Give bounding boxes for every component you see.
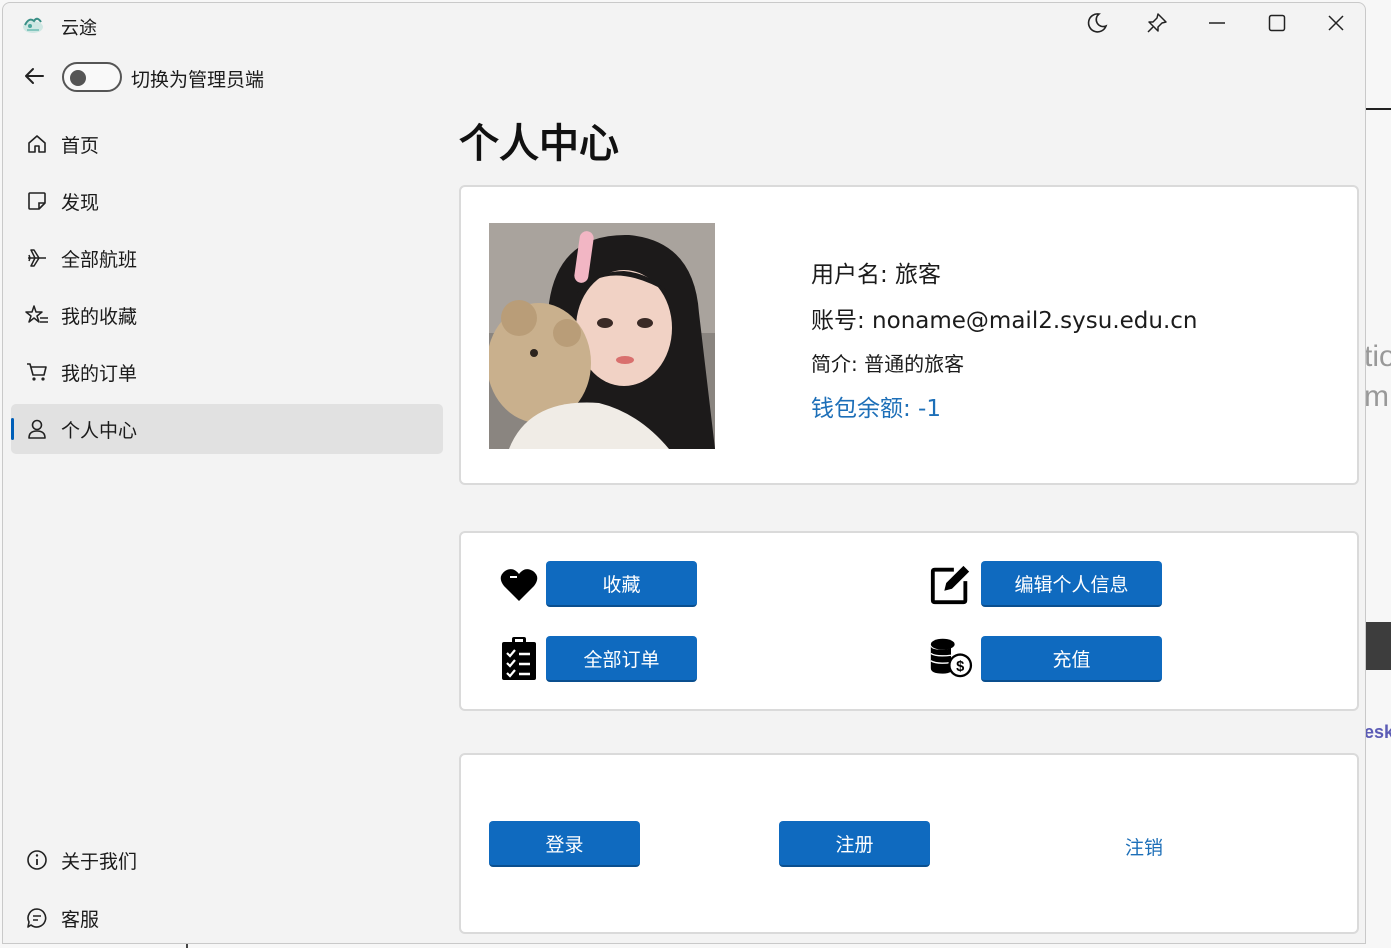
sidebar-item-about[interactable]: 关于我们 xyxy=(11,835,443,885)
airplane-icon xyxy=(25,246,49,270)
heart-icon xyxy=(497,563,541,607)
svg-text:$: $ xyxy=(956,659,964,675)
admin-mode-label: 切换为管理员端 xyxy=(131,69,265,91)
person-icon xyxy=(25,417,49,441)
sidebar-item-label: 首页 xyxy=(61,134,100,157)
background-dark-block xyxy=(1366,622,1391,670)
sidebar-item-label: 发现 xyxy=(61,191,100,214)
sidebar-item-label: 关于我们 xyxy=(61,850,138,873)
star-list-icon xyxy=(25,303,49,327)
login-button[interactable]: 登录 xyxy=(489,821,640,867)
sidebar-item-flights[interactable]: 全部航班 xyxy=(11,233,443,283)
active-indicator xyxy=(11,418,14,440)
close-icon xyxy=(1327,14,1345,36)
admin-mode-toggle[interactable] xyxy=(62,62,122,92)
sidebar-item-home[interactable]: 首页 xyxy=(11,119,443,169)
back-button[interactable] xyxy=(17,61,51,95)
sidebar-item-label: 全部航班 xyxy=(61,248,138,271)
background-link-fragment: esk xyxy=(1364,722,1391,742)
moon-icon xyxy=(1086,12,1108,38)
background-divider xyxy=(1366,108,1391,110)
theme-toggle-button[interactable] xyxy=(1077,9,1117,41)
sidebar-item-favorites[interactable]: 我的收藏 xyxy=(11,290,443,340)
app-logo-icon xyxy=(21,13,45,37)
maximize-icon xyxy=(1268,14,1286,36)
app-title: 云途 xyxy=(61,18,97,39)
sidebar-item-label: 我的收藏 xyxy=(61,305,138,328)
sidebar-item-orders[interactable]: 我的订单 xyxy=(11,347,443,397)
sidebar-item-label: 我的订单 xyxy=(61,362,138,385)
profile-account: 账号: noname@mail2.sysu.edu.cn xyxy=(811,308,1198,334)
sidebar-item-profile[interactable]: 个人中心 xyxy=(11,404,443,454)
avatar xyxy=(489,223,715,449)
actions-card: 收藏 编辑个人信息 全部订单 $ 充值 xyxy=(459,531,1359,711)
background-text-fragment: tio xyxy=(1364,340,1391,373)
sidebar-item-support[interactable]: 客服 xyxy=(11,893,443,943)
close-button[interactable] xyxy=(1316,9,1356,41)
all-orders-button[interactable]: 全部订单 xyxy=(546,636,697,682)
arrow-left-icon xyxy=(23,65,45,91)
profile-username: 用户名: 旅客 xyxy=(811,262,942,288)
chat-icon xyxy=(25,906,49,930)
edit-icon xyxy=(929,562,973,606)
title-bar: 云途 xyxy=(3,3,1365,47)
minimize-button[interactable] xyxy=(1197,9,1237,41)
edit-profile-button[interactable]: 编辑个人信息 xyxy=(981,561,1162,607)
sidebar-item-label: 个人中心 xyxy=(61,419,138,442)
register-button[interactable]: 注册 xyxy=(779,821,930,867)
clipboard-check-icon xyxy=(497,637,541,681)
page-title: 个人中心 xyxy=(459,121,619,167)
wallet-balance: 钱包余额: -1 xyxy=(811,396,941,422)
sidebar-item-discover[interactable]: 发现 xyxy=(11,176,443,226)
minimize-icon xyxy=(1208,14,1226,36)
auth-card: 登录 注册 注销 xyxy=(459,753,1359,934)
profile-bio: 简介: 普通的旅客 xyxy=(811,352,965,376)
pin-icon xyxy=(1146,12,1168,38)
app-window: 云途 切换为管理员端 首页 发现 全部航班 我的收藏 我的订单 个人中心 关于我… xyxy=(2,2,1366,944)
logout-link[interactable]: 注销 xyxy=(1125,833,1163,860)
note-icon xyxy=(25,189,49,213)
info-icon xyxy=(25,848,49,872)
maximize-button[interactable] xyxy=(1257,9,1297,41)
favorites-button[interactable]: 收藏 xyxy=(546,561,697,607)
coins-dollar-icon: $ xyxy=(929,636,973,680)
recharge-button[interactable]: 充值 xyxy=(981,636,1162,682)
home-icon xyxy=(25,132,49,156)
cart-icon xyxy=(25,360,49,384)
toggle-knob xyxy=(70,70,86,86)
profile-card: 用户名: 旅客 账号: noname@mail2.sysu.edu.cn 简介:… xyxy=(459,185,1359,485)
pin-button[interactable] xyxy=(1137,9,1177,41)
background-text-fragment: m xyxy=(1364,380,1389,413)
sidebar-item-label: 客服 xyxy=(61,908,100,931)
